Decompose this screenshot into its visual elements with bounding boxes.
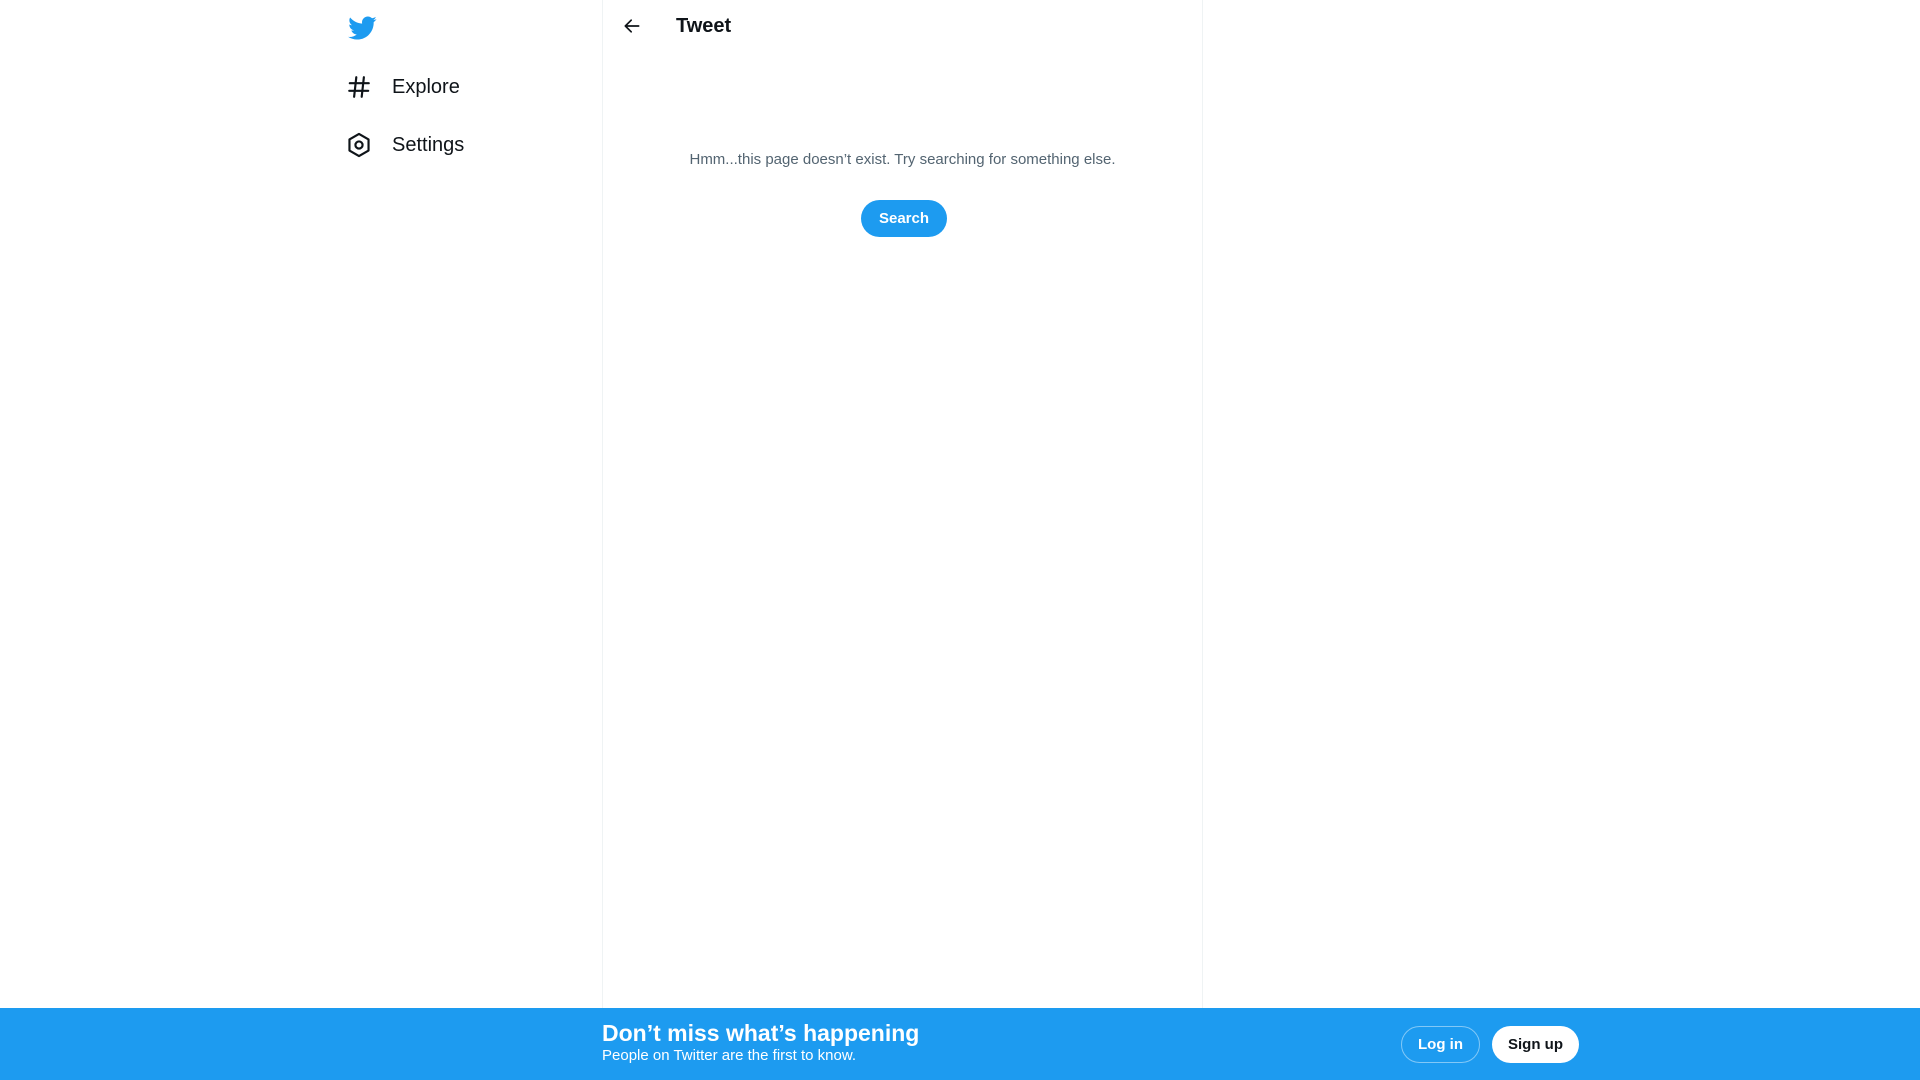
signup-banner: Don’t miss what’s happening People on Tw… bbox=[0, 1008, 1920, 1080]
banner-title: Don’t miss what’s happening bbox=[602, 1020, 920, 1046]
banner-subtitle: People on Twitter are the first to know. bbox=[602, 1047, 857, 1064]
twitter-bird-icon bbox=[348, 16, 377, 40]
empty-state: Hmm...this page doesn’t exist. Try searc… bbox=[603, 150, 1202, 170]
sidebar-item-explore[interactable]: Explore bbox=[346, 63, 476, 111]
sidebar-item-settings[interactable]: Settings bbox=[346, 121, 480, 169]
empty-state-message: Hmm...this page doesn’t exist. Try searc… bbox=[689, 151, 1116, 168]
arrow-left-icon bbox=[624, 19, 640, 33]
main-column: Tweet Hmm...this page doesn’t exist. Try… bbox=[602, 0, 1203, 1008]
sidebar-item-label: Explore bbox=[392, 76, 460, 98]
gear-icon bbox=[346, 132, 372, 158]
login-button[interactable]: Log in bbox=[1401, 1026, 1480, 1063]
topbar: Tweet bbox=[603, 0, 1202, 53]
sidebar: Explore Settings bbox=[334, 0, 602, 1008]
search-button[interactable]: Search bbox=[861, 200, 947, 237]
back-button[interactable] bbox=[615, 9, 649, 43]
page-title: Tweet bbox=[676, 15, 732, 37]
signup-button[interactable]: Sign up bbox=[1492, 1026, 1579, 1063]
twitter-logo-icon[interactable] bbox=[345, 11, 379, 45]
banner-actions: Log in Sign up bbox=[1401, 1026, 1579, 1063]
hashtag-icon bbox=[346, 74, 372, 100]
banner-text: Don’t miss what’s happening People on Tw… bbox=[602, 1019, 919, 1065]
sidebar-item-label: Settings bbox=[392, 134, 465, 156]
app-root: Explore Settings Tweet Hmm...this page d… bbox=[0, 0, 1920, 1080]
